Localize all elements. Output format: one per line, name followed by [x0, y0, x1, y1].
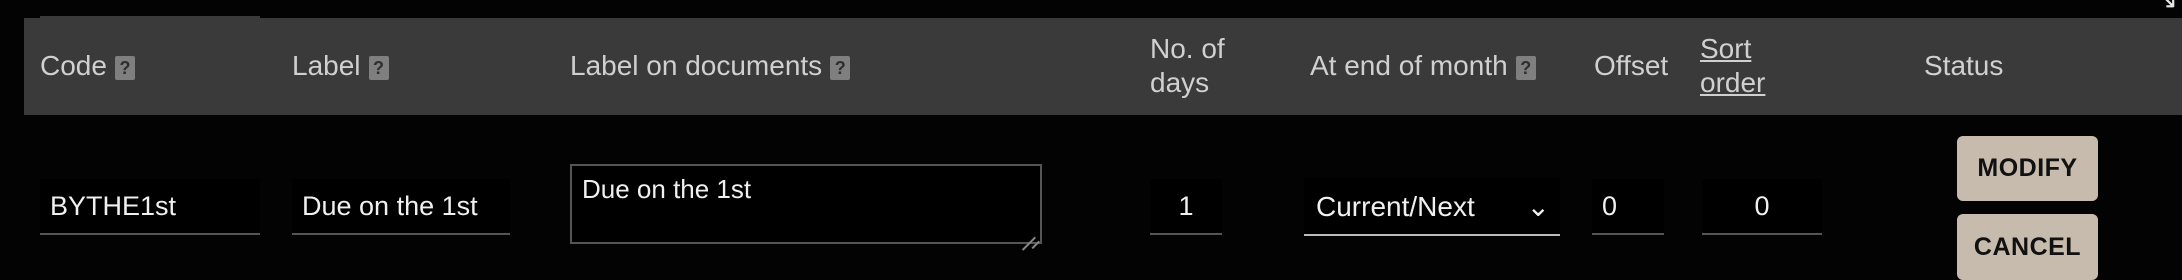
at-end-of-month-selected-value: Current/Next: [1316, 191, 1475, 222]
header-at-end-of-month-label: At end of month: [1310, 50, 1508, 81]
help-icon[interactable]: ?: [368, 55, 389, 80]
help-icon[interactable]: ?: [114, 55, 135, 80]
header-sort-order[interactable]: Sort order: [1700, 32, 1765, 100]
no-of-days-input[interactable]: [1150, 179, 1222, 235]
header-no-of-days-line2: days: [1150, 67, 1210, 98]
sort-order-link-line1[interactable]: Sort: [1700, 32, 1765, 66]
close-icon[interactable]: ↘: [2156, 0, 2182, 12]
header-label-label: Label: [292, 50, 361, 81]
header-at-end-of-month: At end of month?: [1310, 49, 1536, 83]
previous-field-fragment: [40, 0, 260, 18]
offset-input[interactable]: [1592, 179, 1664, 235]
top-strip: [0, 0, 2182, 18]
header-label-on-documents: Label on documents?: [570, 49, 851, 83]
edit-row: Due on the 1st Current/Next ⌄ MODIFY CAN…: [0, 115, 2182, 280]
modify-button[interactable]: MODIFY: [1957, 136, 2098, 201]
header-label-on-documents-label: Label on documents: [570, 50, 823, 81]
table-header: Code? Label? Label on documents? No. of …: [24, 18, 2182, 115]
header-code: Code?: [40, 49, 135, 83]
header-status: Status: [1924, 50, 2004, 81]
help-icon[interactable]: ?: [830, 55, 851, 80]
label-on-documents-textarea[interactable]: Due on the 1st: [570, 164, 1042, 244]
resize-grip-icon[interactable]: [1022, 224, 1038, 240]
header-label: Label?: [292, 49, 389, 83]
sort-order-input[interactable]: [1702, 179, 1822, 235]
label-on-documents-wrapper: Due on the 1st: [570, 164, 1042, 244]
sort-order-link-line2[interactable]: order: [1700, 66, 1765, 100]
header-offset: Offset: [1594, 50, 1669, 81]
header-no-of-days-line1: No. of: [1150, 33, 1225, 64]
chevron-down-icon: ⌄: [1526, 191, 1550, 222]
help-icon[interactable]: ?: [1515, 55, 1536, 80]
cancel-button[interactable]: CANCEL: [1957, 214, 2098, 280]
header-code-label: Code: [40, 50, 107, 81]
code-input[interactable]: [40, 179, 260, 235]
header-no-of-days: No. of days: [1150, 32, 1225, 100]
at-end-of-month-select[interactable]: Current/Next ⌄: [1304, 178, 1560, 236]
label-input[interactable]: [292, 179, 510, 235]
